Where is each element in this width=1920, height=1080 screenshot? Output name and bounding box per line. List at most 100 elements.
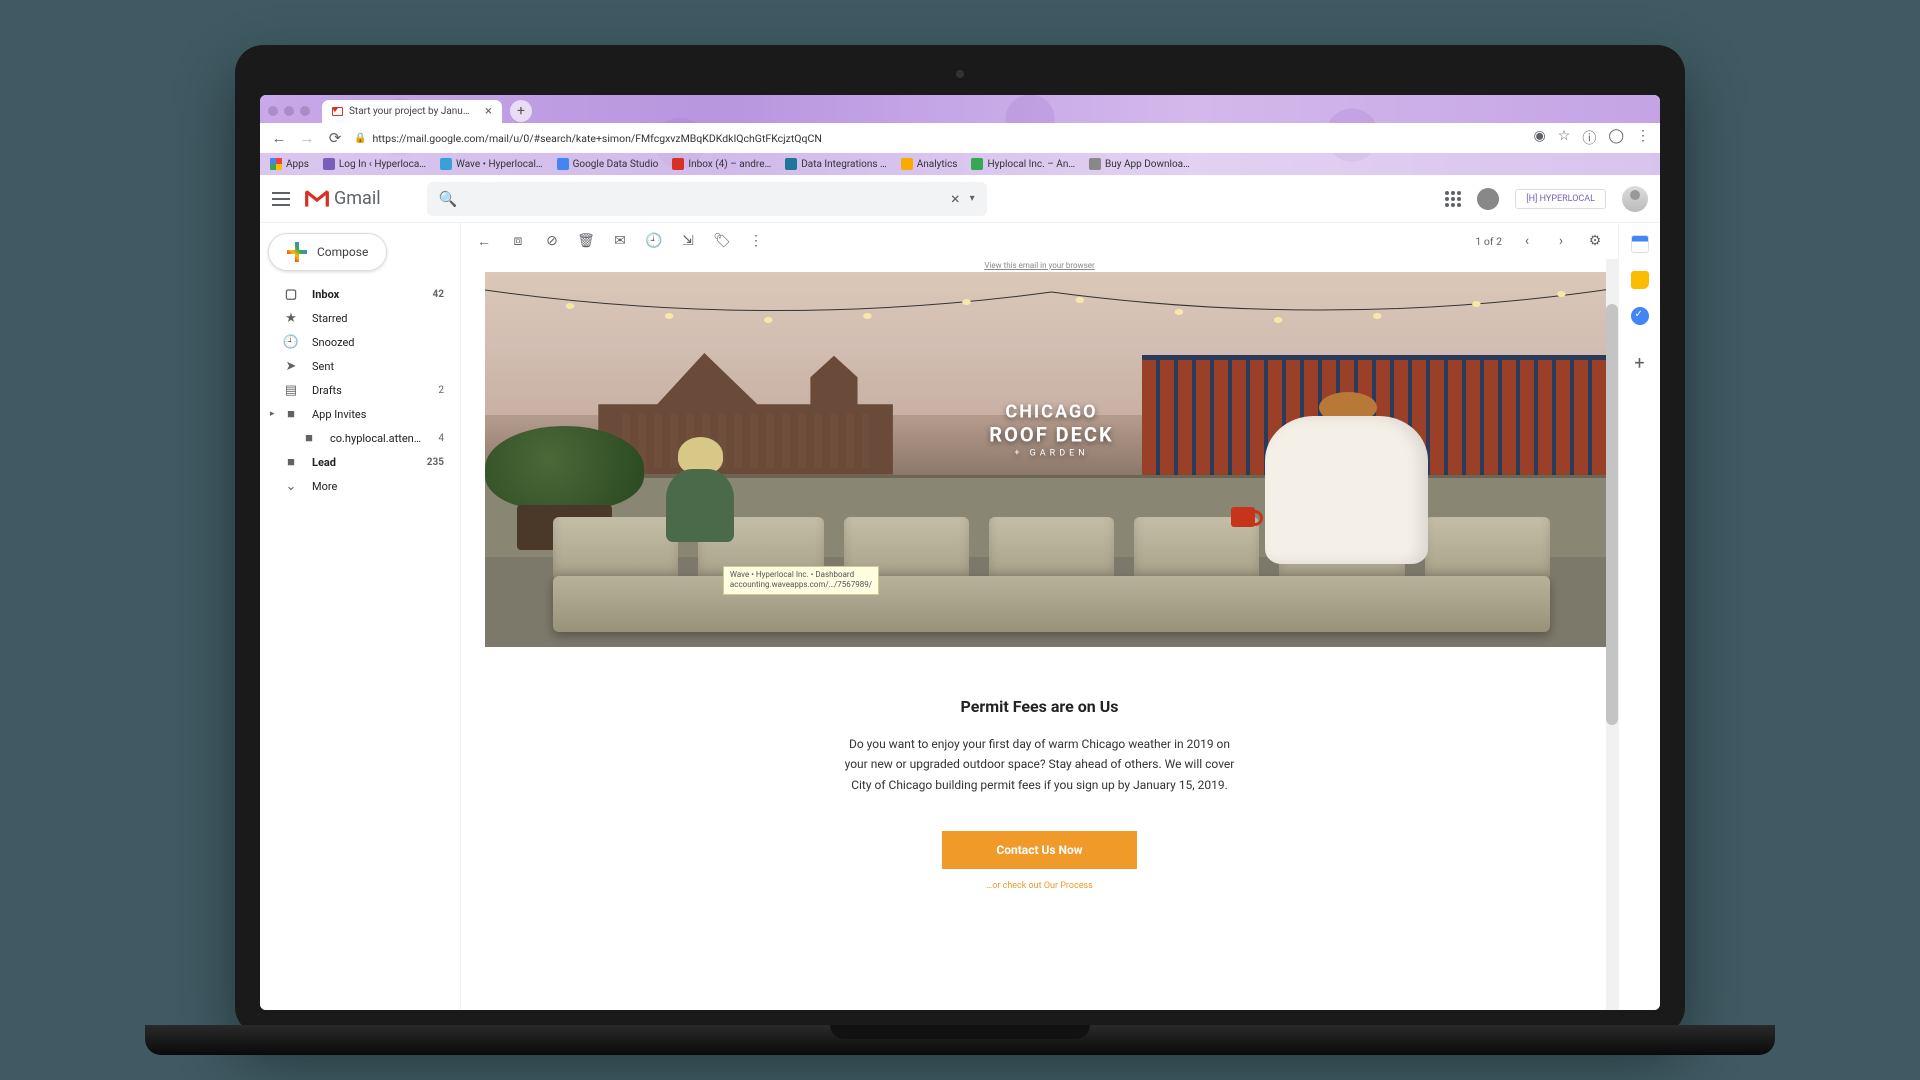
bookmark-label: Buy App Downloa… xyxy=(1105,159,1190,170)
browser-chrome: Start your project by January 1 × + ← → … xyxy=(260,95,1660,175)
address-field[interactable]: 🔒 https://mail.google.com/mail/u/0/#sear… xyxy=(354,132,1524,145)
eye-icon[interactable]: ◉ xyxy=(1534,128,1546,148)
sidebar-label: Sent xyxy=(312,360,334,373)
send-icon: ➤ xyxy=(284,359,298,373)
clock-icon: 🕘 xyxy=(284,335,298,349)
prev-icon[interactable]: ‹ xyxy=(1518,233,1536,249)
notifications-icon[interactable] xyxy=(1477,188,1499,210)
search-icon: 🔍 xyxy=(439,190,458,208)
favicon-icon xyxy=(1089,158,1101,170)
label-icon: ■ xyxy=(284,407,298,421)
lock-icon: 🔒 xyxy=(354,133,366,144)
bookmark-item[interactable]: Buy App Downloa… xyxy=(1089,158,1190,170)
sidebar-item-drafts[interactable]: ▤ Drafts 2 xyxy=(268,379,452,401)
bookmark-apps[interactable]: Apps xyxy=(270,158,309,170)
delete-icon[interactable]: 🗑 xyxy=(577,233,595,249)
bookmark-label: Hyplocal Inc. – An… xyxy=(987,159,1075,170)
snooze-icon[interactable]: 🕘 xyxy=(645,233,663,249)
bookmark-item[interactable]: Data Integrations … xyxy=(785,158,887,170)
laptop-camera xyxy=(956,70,964,78)
tasks-icon[interactable] xyxy=(1631,307,1649,325)
sidebar-item-inbox[interactable]: ▢Inbox42 xyxy=(268,283,452,305)
bookmark-item[interactable]: Google Data Studio xyxy=(557,158,659,170)
archive-icon[interactable]: ⧈ xyxy=(509,233,527,249)
sidebar-count: 2 xyxy=(438,385,444,396)
link-tooltip: Wave • Hyperlocal Inc. • Dashboard accou… xyxy=(723,566,879,595)
bookmark-label: Google Data Studio xyxy=(573,159,659,170)
tab-title: Start your project by January 1 xyxy=(349,106,473,117)
sidebar-label: Inbox xyxy=(312,288,339,301)
addons-plus-icon[interactable]: + xyxy=(1634,353,1644,374)
labels-icon[interactable]: 🏷 xyxy=(713,233,731,249)
browser-tab[interactable]: Start your project by January 1 × xyxy=(322,100,502,123)
account-avatar[interactable] xyxy=(1622,186,1648,212)
tooltip-line: accounting.waveapps.com/…/7567989/ xyxy=(730,580,872,590)
more-icon[interactable]: ⋮ xyxy=(747,233,765,249)
sidebar-label: Starred xyxy=(312,312,348,325)
bookmark-item[interactable]: Hyplocal Inc. – An… xyxy=(971,158,1075,170)
star-icon[interactable]: ☆ xyxy=(1558,128,1571,148)
view-in-browser-link[interactable]: View this email in your browser xyxy=(461,261,1618,270)
bookmark-item[interactable]: Inbox (4) – andre… xyxy=(672,158,771,170)
next-icon[interactable]: › xyxy=(1552,233,1570,249)
email-copy: Do you want to enjoy your first day of w… xyxy=(840,734,1240,795)
hero-line-1: CHICAGO xyxy=(989,401,1113,422)
tooltip-line: Wave • Hyperlocal Inc. • Dashboard xyxy=(730,570,872,580)
bookmark-label: Inbox (4) – andre… xyxy=(688,159,771,170)
email-body: Permit Fees are on Us Do you want to enj… xyxy=(461,647,1618,911)
hamburger-icon[interactable] xyxy=(272,192,290,206)
help-icon[interactable]: ⓘ xyxy=(1582,128,1596,148)
sidebar-item-lead[interactable]: ■Lead235 xyxy=(268,451,452,473)
sidebar-label: Lead xyxy=(312,456,336,469)
bookmark-item[interactable]: Analytics xyxy=(901,158,958,170)
sidebar-item-appinvites[interactable]: ▸■App Invites xyxy=(268,403,452,425)
sidebar-item-sent[interactable]: ➤ Sent xyxy=(268,355,452,377)
star-icon: ★ xyxy=(284,311,298,325)
spam-icon[interactable]: ⊘ xyxy=(543,233,561,249)
mark-unread-icon[interactable]: ✉ xyxy=(611,233,629,249)
sidebar-item-more[interactable]: ⌄More xyxy=(268,475,452,497)
tab-close-icon[interactable]: × xyxy=(485,104,492,119)
google-apps-icon[interactable] xyxy=(1445,191,1461,207)
label-icon: ■ xyxy=(284,455,298,469)
gmail-m-icon xyxy=(304,189,330,209)
gmail-wordmark: Gmail xyxy=(334,188,381,209)
sidebar-item-starred[interactable]: ★ Starred xyxy=(268,307,452,329)
profile-icon[interactable]: ◯ xyxy=(1608,128,1624,148)
scrollbar-thumb[interactable] xyxy=(1606,304,1618,725)
calendar-icon[interactable] xyxy=(1631,235,1649,253)
forward-button[interactable]: → xyxy=(298,129,316,147)
email-content[interactable]: View this email in your browser xyxy=(461,259,1618,1010)
sidebar-item-snoozed[interactable]: 🕘 Snoozed xyxy=(268,331,452,353)
back-button[interactable]: ← xyxy=(270,129,288,147)
sidebar-label: co.hyplocal.atten… xyxy=(330,432,421,445)
new-tab-button[interactable]: + xyxy=(510,100,532,122)
compose-label: Compose xyxy=(317,245,368,259)
compose-button[interactable]: Compose xyxy=(268,233,387,271)
sidebar-label: Drafts xyxy=(312,384,342,397)
back-to-list-icon[interactable]: ← xyxy=(475,233,493,250)
settings-icon[interactable]: ⚙ xyxy=(1586,233,1604,249)
window-controls[interactable] xyxy=(268,106,310,116)
clear-search-icon[interactable]: × xyxy=(951,189,960,208)
kebab-icon[interactable]: ⋮ xyxy=(1636,128,1650,148)
search-input[interactable]: 🔍 × ▾ xyxy=(427,182,987,216)
file-icon: ▤ xyxy=(284,383,298,397)
cta-secondary-link[interactable]: …or check out Our Process xyxy=(581,881,1498,891)
contact-cta-button[interactable]: Contact Us Now xyxy=(942,831,1136,869)
favicon-icon xyxy=(323,158,335,170)
move-icon[interactable]: ⇲ xyxy=(679,233,697,249)
gmail-logo[interactable]: Gmail xyxy=(304,188,381,209)
email-toolbar: ← ⧈ ⊘ 🗑 ✉ 🕘 ⇲ 🏷 ⋮ 1 of 2 ‹ › ⚙ xyxy=(461,223,1618,259)
email-headline: Permit Fees are on Us xyxy=(581,697,1498,716)
bookmark-item[interactable]: Wave • Hyperlocal… xyxy=(440,158,543,170)
reload-button[interactable]: ⟳ xyxy=(326,129,344,147)
sidebar-item-sublabel[interactable]: ■co.hyplocal.atten…4 xyxy=(268,427,452,449)
sidebar-count: 4 xyxy=(438,433,444,444)
bookmark-item[interactable]: Log In ‹ Hyperloca… xyxy=(323,158,426,170)
scrollbar[interactable] xyxy=(1606,259,1618,1010)
search-options-icon[interactable]: ▾ xyxy=(970,193,975,204)
sidebar-label: Snoozed xyxy=(312,336,354,349)
bookmarks-bar: Apps Log In ‹ Hyperloca… Wave • Hyperloc… xyxy=(260,153,1660,175)
keep-icon[interactable] xyxy=(1631,271,1649,289)
